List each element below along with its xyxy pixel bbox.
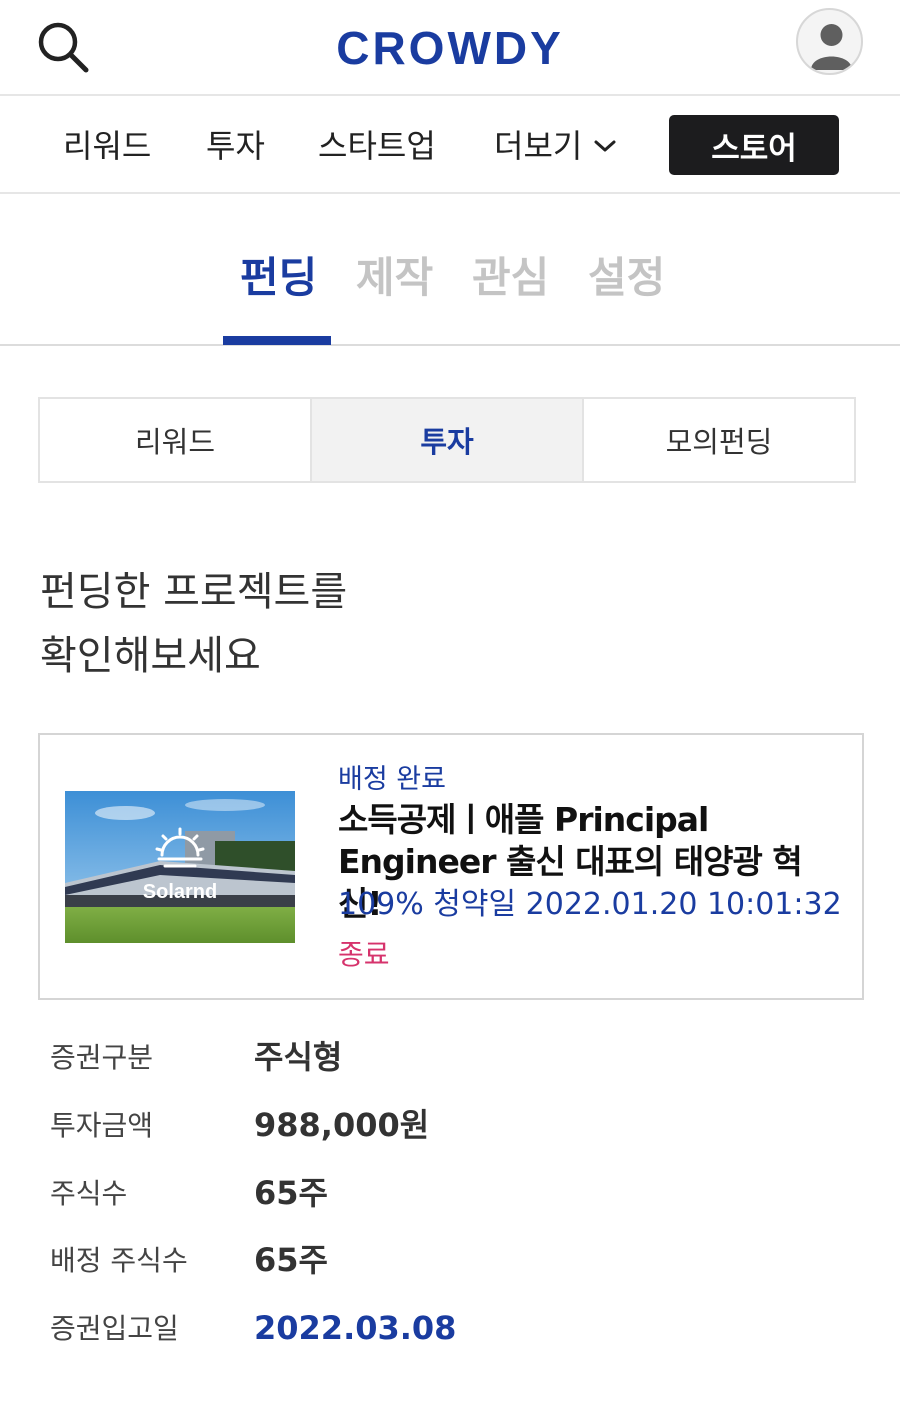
project-thumbnail-image: Solarnd xyxy=(65,791,295,943)
detail-label: 배정 주식수 xyxy=(50,1244,188,1277)
detail-value: 65주 xyxy=(254,1241,328,1279)
subtab-invest[interactable]: 투자 xyxy=(312,399,584,481)
search-icon xyxy=(38,22,89,73)
detail-label: 증권입고일 xyxy=(50,1312,179,1345)
detail-label: 투자금액 xyxy=(50,1109,154,1142)
tab-interest[interactable]: 관심 xyxy=(472,250,549,306)
funding-progress-date: 109% 청약일 2022.01.20 10:01:32 xyxy=(338,887,842,922)
nav-item-reward[interactable]: 리워드 xyxy=(63,126,151,166)
brand-logo[interactable]: CROWDY xyxy=(0,20,900,76)
nav-item-startup[interactable]: 스타트업 xyxy=(318,126,436,166)
active-tab-indicator xyxy=(223,336,331,345)
detail-value: 주식형 xyxy=(254,1038,343,1076)
chevron-down-icon xyxy=(594,140,616,152)
main-nav: 리워드 투자 스타트업 더보기 스토어 xyxy=(0,98,900,194)
nav-more-label: 더보기 xyxy=(494,127,583,165)
tab-funding[interactable]: 펀딩 xyxy=(240,250,317,306)
detail-value: 65주 xyxy=(254,1174,328,1212)
tab-making[interactable]: 제작 xyxy=(356,250,433,306)
project-title-line-1: 소득공제ㅣ애플 Principal xyxy=(338,800,709,839)
headline-line-2: 확인해보세요 xyxy=(40,633,261,679)
top-header: CROWDY xyxy=(0,0,900,96)
tab-settings[interactable]: 설정 xyxy=(588,250,665,306)
detail-value: 988,000원 xyxy=(254,1106,430,1144)
sub-tabs: 리워드 투자 모의펀딩 xyxy=(38,397,856,483)
project-thumbnail[interactable]: Solarnd xyxy=(65,791,295,943)
subtab-mock-funding[interactable]: 모의펀딩 xyxy=(584,399,854,481)
search-button[interactable] xyxy=(34,18,92,74)
nav-item-more[interactable]: 더보기 xyxy=(494,126,618,166)
project-card[interactable]: Solarnd 배정 완료 소득공제ㅣ애플 Principal Engineer… xyxy=(38,733,864,1000)
allocation-status: 배정 완료 xyxy=(338,764,446,795)
detail-row-allocated-shares: 배정 주식수 65주 xyxy=(50,1233,850,1285)
subtab-reward[interactable]: 리워드 xyxy=(40,399,312,481)
nav-item-invest[interactable]: 투자 xyxy=(206,126,265,166)
store-button[interactable]: 스토어 xyxy=(669,115,839,175)
section-tabs: 펀딩 제작 관심 설정 xyxy=(0,196,900,346)
detail-label: 주식수 xyxy=(50,1177,128,1210)
detail-row-share-count: 주식수 65주 xyxy=(50,1166,850,1218)
end-status-badge: 종료 xyxy=(338,938,390,971)
profile-avatar[interactable] xyxy=(796,8,863,75)
detail-label: 증권구분 xyxy=(50,1041,154,1074)
thumbnail-brand-text: Solarnd xyxy=(143,881,217,903)
page-headline: 펀딩한 프로젝트를 확인해보세요 xyxy=(40,560,640,688)
detail-row-deposit-date: 증권입고일 2022.03.08 xyxy=(50,1301,850,1353)
detail-row-invest-amount: 투자금액 988,000원 xyxy=(50,1098,850,1150)
detail-row-security-type: 증권구분 주식형 xyxy=(50,1030,850,1082)
detail-value: 2022.03.08 xyxy=(254,1309,457,1347)
user-avatar-icon xyxy=(811,24,852,70)
headline-line-1: 펀딩한 프로젝트를 xyxy=(40,569,348,615)
